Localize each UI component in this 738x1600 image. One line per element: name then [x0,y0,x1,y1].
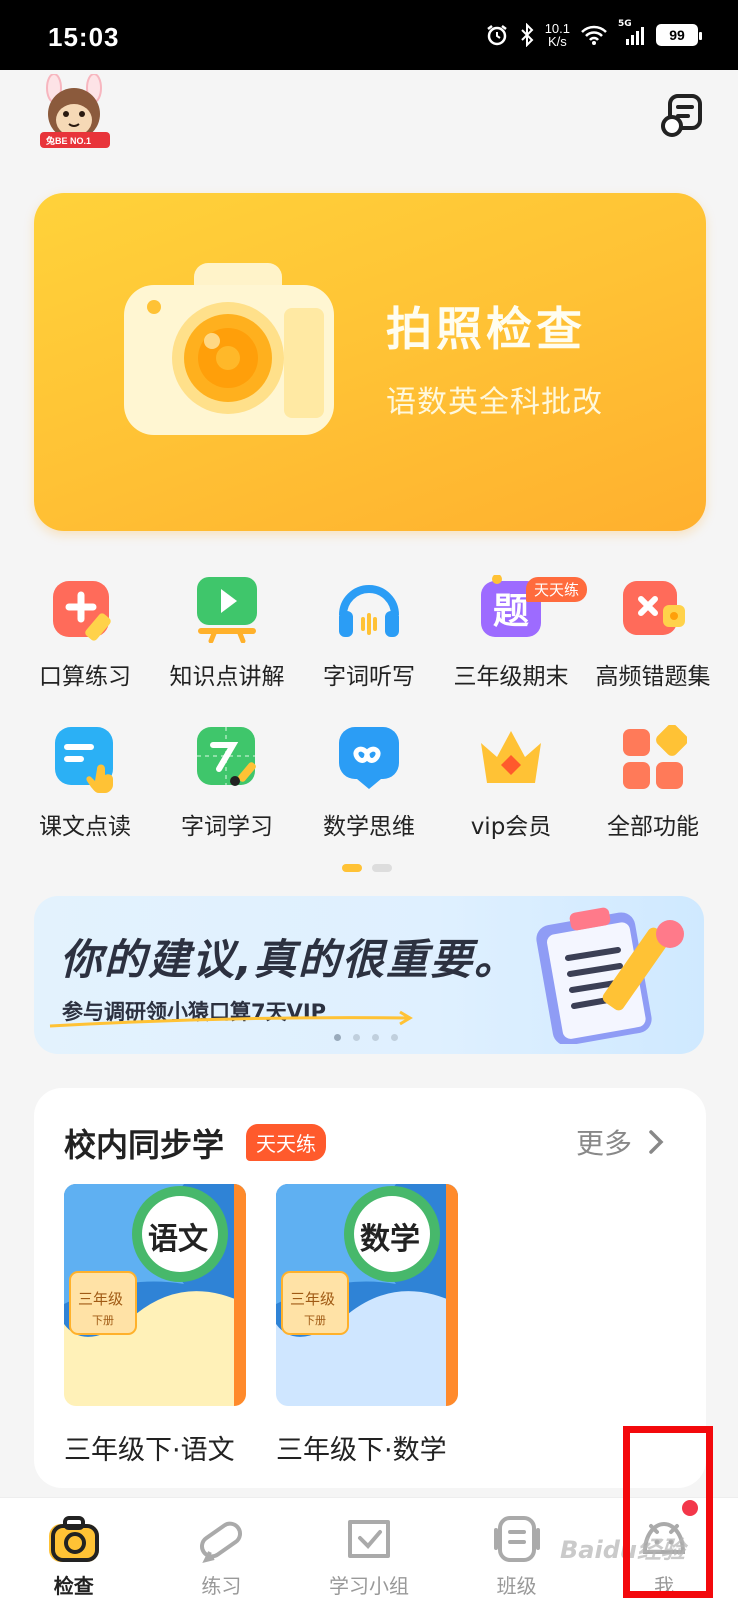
status-time: 15:03 [48,22,120,52]
func-all-features[interactable]: 全部功能 [582,724,724,875]
func-label: 高频错题集 [595,664,711,690]
func-label: 口算练习 [39,664,131,690]
func-label: 知识点讲解 [169,664,285,690]
net-speed-unit: K/s [547,34,567,49]
mental-math-icon [51,575,119,643]
net-speed: 10.1 K/s [545,22,570,48]
tab-practice[interactable]: 练习 [148,1498,296,1600]
book-subject: 语文 [148,1222,208,1257]
survey-promo-banner[interactable]: 你的建议,真的很重要。 参与调研领小猿口算7天VIP [34,896,704,1054]
promo-dot [391,1034,398,1041]
battery-icon: 99 [656,24,702,46]
function-page-indicator [342,864,392,872]
pencil-icon [200,1521,243,1563]
wifi-icon [581,25,607,45]
func-label: 字词听写 [323,664,415,690]
video-play-icon [193,575,261,644]
func-knowledge-explain[interactable]: 知识点讲解 [156,575,298,725]
func-label: 数学思维 [323,814,415,840]
camera-check-icon [48,1516,99,1562]
logo-text: 兔BE NO.1 [46,136,92,146]
more-label: 更多 [576,1127,633,1160]
page-dot [372,864,392,872]
func-badge: 天天练 [526,577,588,602]
func-dictation[interactable]: 字词听写 [298,575,440,725]
chevron-right-icon [649,1130,664,1154]
status-bar: 15:03 10.1 K/s 5G 99 [0,0,738,70]
highlight-box [623,1426,713,1598]
func-math-thinking[interactable]: 数学思维 [298,725,440,875]
svg-text:题: 题 [493,591,529,632]
tab-label: 学习小组 [328,1574,409,1598]
class-icon [493,1516,540,1562]
signal-indicator: 5G [618,19,646,47]
function-row: 口算练习 知识点讲解 字词听写 题 天天练 三年级期末 高频错题集 [14,574,724,725]
function-grid: 口算练习 知识点讲解 字词听写 题 天天练 三年级期末 高频错题集 课文点读 字… [14,574,724,875]
promo-title: 你的建议,真的很重要。 [60,935,518,984]
tab-study-group[interactable]: 学习小组 [295,1498,443,1600]
func-label: 三年级期末 [453,664,569,690]
scan-document-icon[interactable] [660,92,706,138]
book-volume: 下册 [92,1314,114,1327]
tab-label: 检查 [53,1574,94,1598]
alarm-icon [486,25,507,46]
camera-icon [124,263,344,443]
promo-page-indicator [334,1034,398,1041]
banner-title: 拍照检查 [386,302,586,356]
func-label: 课文点读 [39,814,131,840]
book-cover: 语文 三年级 下册 [64,1184,246,1406]
book-label: 三年级下·语文 [64,1435,235,1466]
book-math[interactable]: 数学 三年级 下册 三年级下·数学 [276,1184,462,1467]
sync-study-badge: 天天练 [246,1124,326,1161]
book-cover: 数学 三年级 下册 [276,1184,458,1406]
func-grade-final[interactable]: 题 天天练 三年级期末 [440,574,588,725]
func-label: 字词学习 [181,814,273,840]
photo-check-banner[interactable]: 拍照检查 语数英全科批改 [34,193,706,531]
more-link[interactable]: 更多 [576,1122,666,1162]
headphones-icon [335,575,403,643]
func-point-read[interactable]: 课文点读 [14,725,156,875]
grid-apps-icon [619,724,688,793]
writing-icon [193,725,261,793]
book-label: 三年级下·数学 [276,1435,447,1466]
book-grade: 三年级 [290,1290,336,1308]
tab-label: 练习 [201,1574,242,1598]
tab-label: 班级 [496,1574,537,1598]
tab-check[interactable]: 检查 [0,1498,148,1600]
func-label: vip会员 [470,814,552,840]
book-volume: 下册 [304,1314,326,1327]
func-label: 全部功能 [607,814,699,840]
underline-arrow-icon [49,1010,413,1028]
book-grade: 三年级 [78,1290,124,1308]
book-chinese[interactable]: 语文 三年级 下册 三年级下·语文 [64,1184,250,1467]
infinity-icon [335,725,403,793]
clipboard-pencil-icon [534,904,694,1046]
sync-study-title: 校内同步学 [64,1126,225,1164]
promo-dot-active [334,1034,341,1041]
func-vip-member[interactable]: vip会员 [440,725,582,875]
promo-dot [353,1034,360,1041]
battery-level: 99 [669,27,685,43]
func-mental-math[interactable]: 口算练习 [14,575,156,725]
status-icons: 10.1 K/s 5G 99 [485,19,702,50]
page-dot-active [342,864,362,872]
book-subject: 数学 [360,1222,420,1257]
wrong-questions-icon [619,575,687,643]
point-read-icon [51,725,119,793]
function-row: 课文点读 字词学习 数学思维 vip会员 全部功能 [14,724,724,875]
crown-icon [477,725,545,793]
bluetooth-icon [520,23,534,47]
checkbox-group-icon [347,1520,390,1558]
func-word-study[interactable]: 字词学习 [156,725,298,875]
sync-study-card: 校内同步学 天天练 更多 语文 三年级 下册 三年级下·语文 数学 三年级 下册… [34,1088,706,1488]
promo-dot [372,1034,379,1041]
signal-icon [626,27,644,45]
app-logo[interactable]: 兔BE NO.1 [34,73,116,154]
func-wrong-questions[interactable]: 高频错题集 [582,575,724,725]
banner-subtitle: 语数英全科批改 [386,385,603,420]
